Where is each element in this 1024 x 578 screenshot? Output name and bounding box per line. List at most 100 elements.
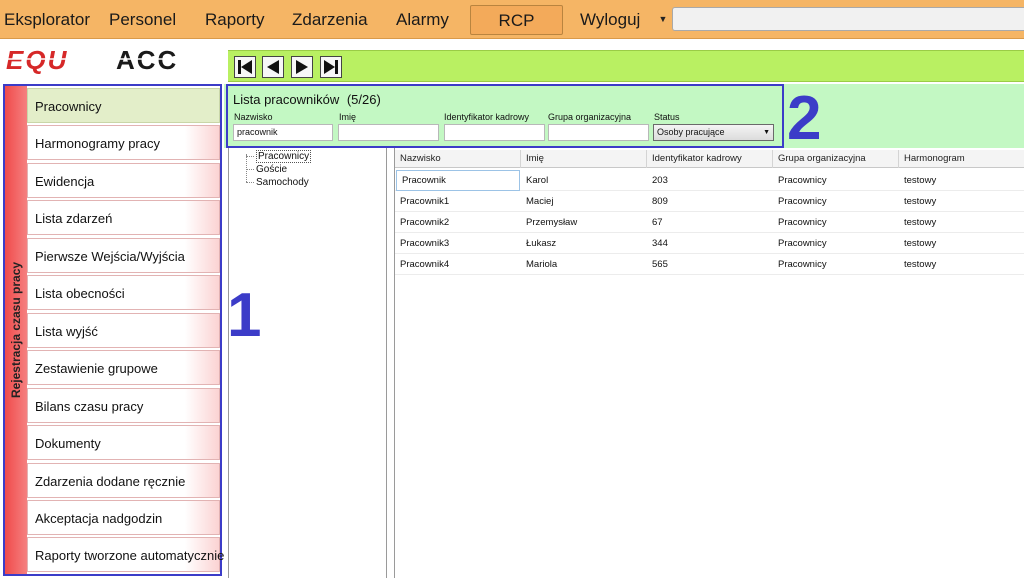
table-cell[interactable]: Pracownik1: [395, 191, 521, 212]
sidebar-item-bilans-czasu-pracy[interactable]: Bilans czasu pracy: [27, 388, 220, 423]
menu-alarmy[interactable]: Alarmy: [396, 0, 449, 39]
first-record-button[interactable]: [234, 56, 256, 78]
column-header-nazwisko[interactable]: Nazwisko: [395, 150, 521, 168]
menu-personel[interactable]: Personel: [109, 0, 176, 39]
sidebar-item-harmonogramy-pracy[interactable]: Harmonogramy pracy: [27, 125, 220, 160]
menu-rcp[interactable]: RCP: [470, 5, 563, 35]
sidebar-item-zdarzenia-dodane-recznie[interactable]: Zdarzenia dodane ręcznie: [27, 463, 220, 498]
sidebar-item-lista-zdarzen[interactable]: Lista zdarzeń: [27, 200, 220, 235]
identyfikator-label: Identyfikator kadrowy: [444, 112, 530, 122]
grupa-field[interactable]: [548, 124, 649, 141]
table-cell[interactable]: testowy: [899, 212, 1024, 233]
last-record-button[interactable]: [320, 56, 342, 78]
status-select-value: Osoby pracujące: [657, 127, 725, 137]
column-header-harmonogram[interactable]: Harmonogram: [899, 150, 1024, 168]
logo-part-equ: EQU: [6, 45, 68, 75]
sidebar-item-lista-wyjsc[interactable]: Lista wyjść: [27, 313, 220, 348]
caret-down-icon[interactable]: ▼: [657, 10, 669, 28]
tree-item-pracownicy[interactable]: Pracownicy: [245, 150, 312, 163]
table-cell[interactable]: testowy: [899, 254, 1024, 275]
sidebar-item-lista-obecnosci[interactable]: Lista obecności: [27, 275, 220, 310]
table-cell[interactable]: Pracownicy: [773, 191, 899, 212]
imie-label: Imię: [339, 112, 357, 122]
tree-item-label: Goście: [256, 164, 288, 175]
sidebar-item-raporty-automatyczne[interactable]: Raporty tworzone automatycznie: [27, 537, 224, 572]
table-header: Nazwisko Imię Identyfikator kadrowy Grup…: [395, 150, 1024, 168]
main-menu-bar: Eksplorator Personel Raporty Zdarzenia A…: [0, 0, 1024, 39]
imie-field[interactable]: [338, 124, 439, 141]
table-cell[interactable]: 565: [647, 254, 773, 275]
employee-table: Nazwisko Imię Identyfikator kadrowy Grup…: [394, 148, 1024, 578]
table-cell[interactable]: Przemysław: [521, 212, 647, 233]
tree-item-label: Pracownicy: [256, 150, 312, 163]
table-cell[interactable]: Pracownik: [396, 170, 520, 191]
equacc-logo: EQU ACC: [6, 45, 214, 75]
table-row[interactable]: Pracownik1 Maciej 809 Pracownicy testowy: [395, 191, 1024, 212]
table-row[interactable]: Pracownik Karol 203 Pracownicy testowy: [395, 170, 1024, 191]
sidebar-item-pierwsze-wejscia[interactable]: Pierwsze Wejścia/Wyjścia: [27, 238, 220, 273]
annotation-number-1: 1: [227, 281, 262, 350]
menu-eksplorator[interactable]: Eksplorator: [4, 0, 90, 39]
sidebar: Rejestracja czasu pracy Pracownicy Harmo…: [3, 84, 224, 576]
menu-raporty[interactable]: Raporty: [205, 0, 265, 39]
table-cell[interactable]: 67: [647, 212, 773, 233]
table-cell[interactable]: Pracownicy: [773, 233, 899, 254]
annotation-number-2: 2: [787, 84, 822, 153]
sidebar-item-akceptacja-nadgodzin[interactable]: Akceptacja nadgodzin: [27, 500, 220, 535]
sidebar-item-dokumenty[interactable]: Dokumenty: [27, 425, 220, 460]
table-cell[interactable]: Maciej: [521, 191, 647, 212]
table-cell[interactable]: Mariola: [521, 254, 647, 275]
table-cell[interactable]: Pracownik2: [395, 212, 521, 233]
list-title-text: Lista pracowników: [233, 92, 340, 107]
table-cell[interactable]: Pracownicy: [773, 212, 899, 233]
status-select[interactable]: Osoby pracujące ▼: [653, 124, 774, 141]
chevron-down-icon: ▼: [763, 129, 770, 136]
nazwisko-label: Nazwisko: [234, 112, 273, 122]
tree-item-label: Samochody: [256, 177, 309, 188]
table-cell[interactable]: Pracownicy: [773, 170, 899, 191]
table-row[interactable]: Pracownik2 Przemysław 67 Pracownicy test…: [395, 212, 1024, 233]
table-cell[interactable]: Pracownik3: [395, 233, 521, 254]
table-row[interactable]: Pracownik4 Mariola 565 Pracownicy testow…: [395, 254, 1024, 275]
grupa-label: Grupa organizacyjna: [548, 112, 632, 122]
last-icon: [324, 60, 338, 74]
menu-zdarzenia[interactable]: Zdarzenia: [292, 0, 368, 39]
sidebar-item-zestawienie-grupowe[interactable]: Zestawienie grupowe: [27, 350, 220, 385]
tree-connector: [246, 154, 247, 182]
table-cell[interactable]: testowy: [899, 170, 1024, 191]
nazwisko-field[interactable]: pracownik: [233, 124, 333, 141]
logo-part-acc: ACC: [116, 45, 178, 75]
menu-wyloguj[interactable]: Wyloguj: [580, 0, 640, 39]
category-tree: Pracownicy Goście Samochody: [228, 148, 387, 578]
status-label: Status: [654, 112, 680, 122]
table-cell[interactable]: Łukasz: [521, 233, 647, 254]
column-header-identyfikator[interactable]: Identyfikator kadrowy: [647, 150, 773, 168]
table-cell[interactable]: Pracownik4: [395, 254, 521, 275]
sidebar-item-pracownicy[interactable]: Pracownicy: [27, 88, 220, 123]
table-cell[interactable]: Karol: [521, 170, 647, 191]
column-header-imie[interactable]: Imię: [521, 150, 647, 168]
table-cell[interactable]: 344: [647, 233, 773, 254]
table-cell[interactable]: testowy: [899, 233, 1024, 254]
list-count: (5/26): [346, 92, 381, 107]
identyfikator-field[interactable]: [444, 124, 545, 141]
tree-item-samochody[interactable]: Samochody: [246, 176, 309, 189]
table-cell[interactable]: Pracownicy: [773, 254, 899, 275]
table-cell[interactable]: testowy: [899, 191, 1024, 212]
sidebar-item-ewidencja[interactable]: Ewidencja: [27, 163, 220, 198]
tree-item-goscie[interactable]: Goście: [245, 163, 288, 176]
navigation-toolbar: [228, 50, 1024, 82]
table-row[interactable]: Pracownik3 Łukasz 344 Pracownicy testowy: [395, 233, 1024, 254]
first-icon: [238, 60, 252, 74]
table-cell[interactable]: 203: [647, 170, 773, 191]
sidebar-section-band[interactable]: Rejestracja czasu pracy: [5, 86, 27, 574]
previous-record-button[interactable]: [262, 56, 284, 78]
list-title: Lista pracowników (5/26): [233, 92, 381, 107]
menu-search-input[interactable]: [672, 7, 1024, 31]
sidebar-section-label: Rejestracja czasu pracy: [9, 261, 23, 399]
next-icon: [296, 60, 308, 74]
app-window: Eksplorator Personel Raporty Zdarzenia A…: [0, 0, 1024, 578]
prev-icon: [267, 60, 279, 74]
next-record-button[interactable]: [291, 56, 313, 78]
table-cell[interactable]: 809: [647, 191, 773, 212]
